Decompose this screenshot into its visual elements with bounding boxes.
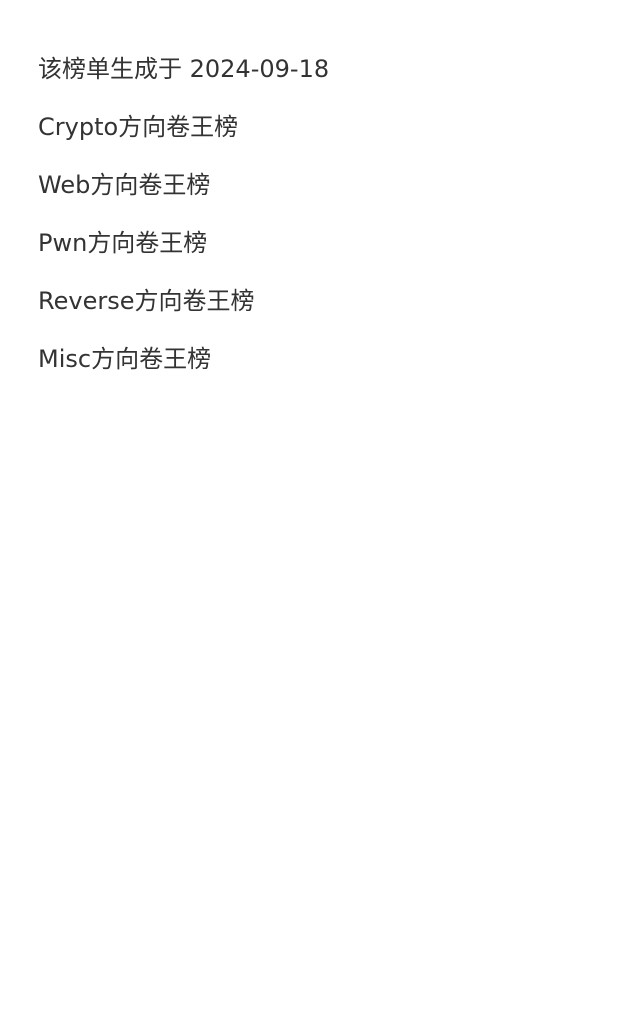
leaderboard-link-crypto-label[interactable]: Crypto方向卷王榜 [38, 113, 238, 141]
leaderboard-link-pwn[interactable]: Pwn方向卷王榜 [38, 224, 640, 262]
leaderboard-link-misc-label[interactable]: Misc方向卷王榜 [38, 345, 211, 373]
leaderboard-link-reverse[interactable]: Reverse方向卷王榜 [38, 282, 640, 320]
generated-date-text: 该榜单生成于 2024-09-18 [38, 55, 330, 83]
leaderboard-link-crypto[interactable]: Crypto方向卷王榜 [38, 108, 640, 146]
leaderboard-link-reverse-label[interactable]: Reverse方向卷王榜 [38, 287, 254, 315]
leaderboard-link-web-label[interactable]: Web方向卷王榜 [38, 171, 210, 199]
page-container: 该榜单生成于 2024-09-18 Crypto方向卷王榜 Web方向卷王榜 P… [0, 0, 640, 1019]
leaderboard-link-misc[interactable]: Misc方向卷王榜 [38, 340, 640, 378]
leaderboard-link-web[interactable]: Web方向卷王榜 [38, 166, 640, 204]
leaderboard-link-pwn-label[interactable]: Pwn方向卷王榜 [38, 229, 207, 257]
